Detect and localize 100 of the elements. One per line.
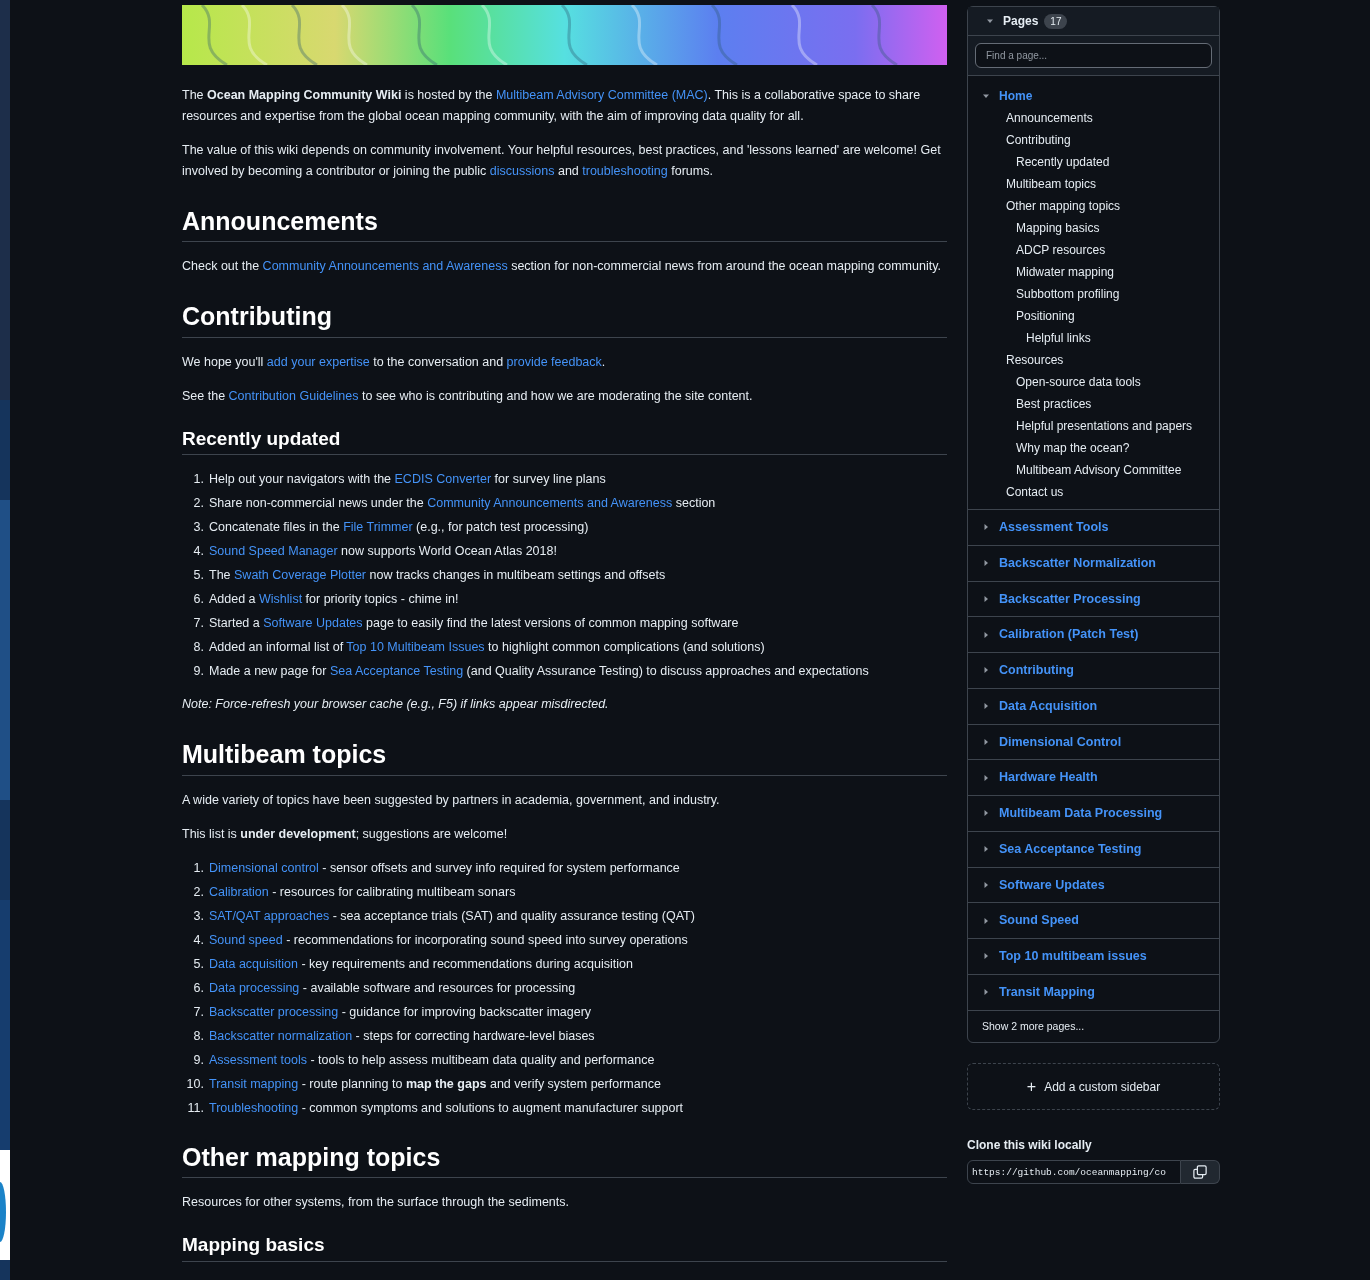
page-link[interactable]: Best practices	[1016, 396, 1092, 412]
text-link[interactable]: Calibration	[209, 884, 269, 899]
list-number: 11.	[186, 1099, 205, 1117]
url-field[interactable]: https://github.com/oceanmapping/co	[967, 1160, 1181, 1185]
page-link[interactable]: Multibeam Data Processing	[999, 804, 1163, 823]
list-number: 8.	[192, 1027, 205, 1045]
section-heading: Recently updated	[182, 426, 947, 456]
page-link[interactable]: Other mapping topics	[1006, 198, 1121, 214]
add-sidebar-button[interactable]: + Add a custom sidebar	[967, 1063, 1220, 1111]
page-link[interactable]: Multibeam topics	[1006, 176, 1097, 192]
page-link[interactable]: Recently updated	[1016, 154, 1110, 170]
note-text: Note: Force-refresh your browser cache (e.g., F5) if links appear misdirected.	[182, 696, 610, 714]
text-link[interactable]: Sound Speed Manager	[209, 544, 338, 559]
text-link[interactable]: Backscatter normalization	[209, 1028, 353, 1043]
page-link[interactable]: Transit Mapping	[999, 982, 1095, 1002]
text-link[interactable]: Community Announcements and Awareness	[427, 496, 673, 511]
section-heading: Multibeam topics	[182, 739, 947, 776]
page-link[interactable]: Subbottom profiling	[1016, 286, 1120, 302]
page-link[interactable]: ADCP resources	[1016, 242, 1106, 258]
page-link[interactable]: Contributing	[999, 661, 1074, 680]
panel-title[interactable]: Pages	[1003, 12, 1039, 30]
page-link[interactable]: Sea Acceptance Testing	[999, 839, 1142, 859]
list-item-text: Troubleshooting - common symptoms and solutions to augment manufacturer support	[209, 1099, 684, 1117]
copy-icon	[1193, 1165, 1207, 1180]
list-number: 3.	[192, 907, 205, 925]
page-link[interactable]: Midwater mapping	[1016, 264, 1115, 280]
list-item-text: Data acquisition - key requirements and recommendations during acquisition	[209, 955, 633, 973]
page-link[interactable]: Positioning	[1016, 308, 1075, 324]
list-item-text: Calibration - resources for calibrating multibeam sonars	[209, 883, 516, 901]
list-number: 9.	[192, 663, 205, 681]
page-link[interactable]: Contributing	[1006, 132, 1071, 148]
text-link[interactable]: Software Updates	[263, 616, 363, 631]
page-link[interactable]: Top 10 multibeam issues	[999, 947, 1147, 966]
page-link[interactable]: Announcements	[1006, 110, 1093, 126]
page-link[interactable]: Helpful presentations and papers	[1016, 418, 1193, 434]
paragraph: See the Contribution Guidelines to see who is contributing and how we are moderating the site content.	[182, 387, 754, 405]
list-item-text: Help out your navigators with the ECDIS Converter for survey line plans	[209, 471, 606, 489]
page-link[interactable]: Helpful links	[1026, 330, 1091, 346]
list-item-text: SAT/QAT approaches - sea acceptance trials (SAT) and quality assurance testing (QAT)	[209, 907, 695, 925]
list-item-text: Data processing - available software and resources for processing	[209, 979, 576, 997]
list-item-text: Backscatter normalization - steps for correcting hardware-level biases	[209, 1027, 595, 1045]
text-link[interactable]: Community Announcements and Awareness	[262, 259, 508, 274]
list-number: 4.	[192, 543, 205, 561]
page-link[interactable]: Resources	[1006, 352, 1064, 368]
text-link[interactable]: Transit mapping	[209, 1076, 299, 1091]
text-link[interactable]: Sound speed	[209, 932, 283, 947]
text-link[interactable]: add your expertise	[266, 354, 370, 369]
list-number: 7.	[192, 615, 205, 633]
page-link[interactable]: Open-source data tools	[1016, 374, 1141, 390]
text-link[interactable]: Wishlist	[259, 592, 303, 607]
section-heading: Mapping basics	[182, 1232, 947, 1262]
page-link[interactable]: Home	[999, 88, 1033, 104]
text-link[interactable]: Backscatter processing	[209, 1004, 339, 1019]
page-link[interactable]: Assessment Tools	[999, 518, 1109, 537]
text-link[interactable]: SAT/QAT approaches	[209, 908, 330, 923]
page-link[interactable]: Contact us	[1006, 484, 1064, 500]
text-link[interactable]: Data acquisition	[209, 956, 298, 971]
page-link[interactable]: Why map the ocean?	[1016, 440, 1130, 456]
text-link[interactable]: Multibeam Advisory Committee (MAC)	[495, 88, 708, 102]
list-number: 1.	[192, 859, 205, 877]
page-link[interactable]: Multibeam Advisory Committee	[1016, 462, 1182, 478]
text-link[interactable]: Sea Acceptance Testing	[329, 664, 464, 679]
list-number: 3.	[192, 519, 205, 537]
page-link[interactable]: Backscatter Processing	[999, 589, 1141, 609]
paragraph: Resources for other systems, from the surface through the sediments.	[182, 1193, 570, 1211]
copy-button[interactable]	[1181, 1160, 1220, 1185]
paragraph: We hope you'll add your expertise to the conversation and provide feedback.	[182, 353, 607, 371]
page-link[interactable]: Hardware Health	[999, 768, 1098, 787]
list-number: 9.	[192, 1051, 205, 1069]
list-item-text: Added an informal list of Top 10 Multibeam Issues to highlight common complications (and solutions)	[209, 639, 765, 657]
text-link[interactable]: Top 10 Multibeam Issues	[346, 640, 485, 655]
text-link[interactable]: Data processing	[209, 980, 300, 995]
page-link[interactable]: Data Acquisition	[999, 696, 1098, 716]
list-number: 2.	[192, 495, 205, 513]
text-link[interactable]: troubleshooting	[582, 164, 668, 178]
show-more-link[interactable]: Show 2 more pages...	[982, 1019, 1085, 1032]
text-link[interactable]: discussions	[489, 164, 555, 178]
page-link[interactable]: Mapping basics	[1016, 220, 1100, 236]
text-link[interactable]: Dimensional control	[209, 860, 319, 875]
text-link[interactable]: Swath Coverage Plotter	[234, 568, 367, 583]
text-link[interactable]: File Trimmer	[343, 520, 413, 535]
page-link[interactable]: Sound Speed	[999, 911, 1079, 930]
text-link[interactable]: Contribution Guidelines	[228, 388, 359, 403]
text-link[interactable]: ECDIS Converter	[394, 472, 492, 487]
list-item-text: Started a Software Updates page to easily find the latest versions of common mapping software	[209, 615, 739, 633]
page-link[interactable]: Dimensional Control	[999, 732, 1122, 752]
paragraph: This list is under development; suggestions are welcome!	[182, 825, 509, 843]
list-number: 1.	[192, 471, 205, 489]
page-link[interactable]: Calibration (Patch Test)	[999, 625, 1139, 644]
text-link[interactable]: Assessment tools	[209, 1052, 307, 1067]
count-badge: 17	[1044, 13, 1068, 29]
text-link[interactable]: provide feedback	[506, 354, 602, 369]
list-number: 6.	[192, 591, 205, 609]
page-link[interactable]: Software Updates	[999, 875, 1105, 895]
text-link[interactable]: Troubleshooting	[209, 1100, 299, 1115]
search-field[interactable]: Find a page...	[975, 43, 1212, 68]
list-number: 6.	[192, 979, 205, 997]
list-item-text: Share non-commercial news under the Community Announcements and Awareness section	[209, 495, 716, 513]
page-link[interactable]: Backscatter Normalization	[999, 553, 1156, 573]
list-number: 8.	[192, 639, 205, 657]
